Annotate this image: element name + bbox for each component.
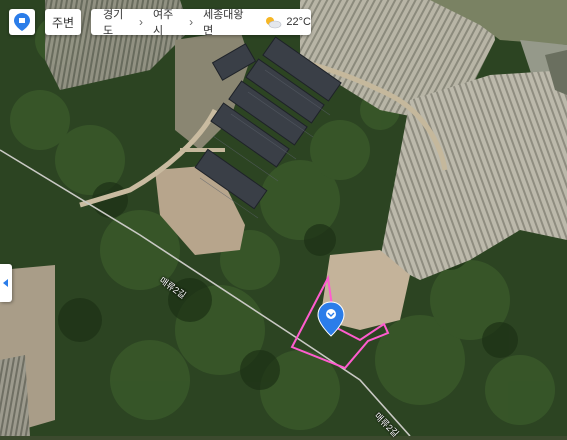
- chevron-right-icon: ›: [139, 15, 144, 29]
- nearby-button[interactable]: 주변: [45, 9, 81, 35]
- side-panel-toggle[interactable]: [0, 264, 12, 302]
- weather-widget[interactable]: 22°C: [264, 15, 311, 29]
- weather-temperature: 22°C: [286, 16, 311, 28]
- satellite-map[interactable]: [0, 0, 567, 436]
- chevron-right-icon: ›: [189, 15, 194, 29]
- map-home-icon: [14, 13, 30, 31]
- breadcrumb: 경기도 › 여주시 › 세종대왕면 22°C: [91, 6, 311, 38]
- partly-cloudy-icon: [266, 17, 282, 29]
- breadcrumb-city[interactable]: 여주시: [153, 6, 179, 38]
- home-button[interactable]: [9, 9, 35, 35]
- triangle-left-icon: [3, 279, 8, 287]
- breadcrumb-district[interactable]: 세종대왕면: [203, 6, 246, 38]
- breadcrumb-province[interactable]: 경기도: [103, 6, 129, 38]
- nearby-label: 주변: [51, 15, 75, 30]
